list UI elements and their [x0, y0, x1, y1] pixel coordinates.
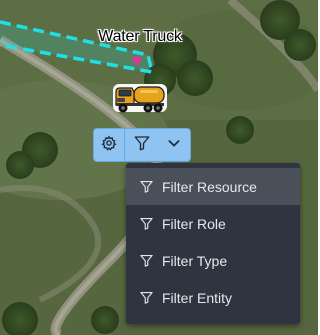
- filter-icon: [139, 290, 155, 306]
- gear-icon: [101, 134, 117, 156]
- entity-toolbar: [93, 128, 191, 162]
- menu-item-filter-entity[interactable]: Filter Entity: [126, 279, 300, 316]
- menu-item-filter-resource[interactable]: Filter Resource: [126, 168, 300, 205]
- filter-dropdown-button[interactable]: [158, 129, 190, 161]
- filter-dropdown-menu: Filter Resource Filter Role Filter Type Fil…: [126, 163, 300, 324]
- vehicle-label: Water Truck: [98, 28, 182, 45]
- filter-icon: [139, 179, 155, 195]
- menu-item-label: Filter Entity: [162, 289, 233, 306]
- filter-icon: [133, 134, 151, 157]
- settings-button[interactable]: [94, 129, 125, 161]
- menu-item-filter-role[interactable]: Filter Role: [126, 205, 300, 242]
- menu-item-filter-type[interactable]: Filter Type: [126, 242, 300, 279]
- water-truck-icon[interactable]: [110, 78, 170, 118]
- menu-item-label: Filter Role: [162, 215, 226, 232]
- filter-button[interactable]: [125, 129, 158, 161]
- menu-item-label: Filter Resource: [162, 178, 257, 195]
- menu-item-label: Filter Type: [162, 252, 228, 269]
- filter-icon: [139, 253, 155, 269]
- filter-icon: [139, 216, 155, 232]
- chevron-down-icon: [166, 135, 182, 156]
